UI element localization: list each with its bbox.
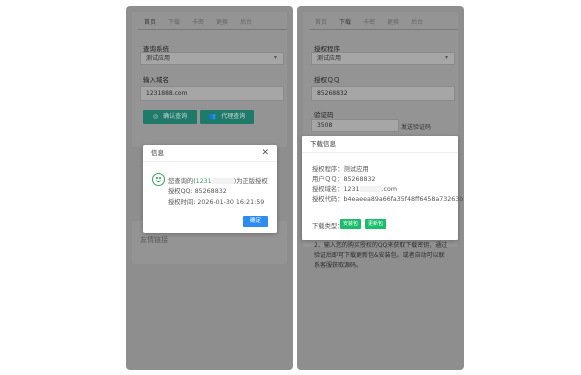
- code-label: 验证码: [314, 111, 334, 119]
- auth-qq-line: 授权QQ: 85268832: [168, 186, 227, 195]
- blurred-mask: [359, 186, 382, 192]
- tab-card[interactable]: 卡密: [186, 15, 210, 29]
- install-package-button[interactable]: 安装包: [340, 219, 362, 229]
- close-icon[interactable]: ✕: [261, 148, 269, 158]
- tab-admin[interactable]: 后台: [234, 15, 258, 29]
- confirm-query-label: 确认查询: [163, 113, 188, 120]
- domain-prefix: 授权域名：1231: [312, 186, 360, 193]
- blurred-mask: [211, 178, 234, 184]
- links-title: 友情链接: [140, 236, 168, 244]
- auth-time-label: 授权时间:: [168, 199, 196, 206]
- update-package-button[interactable]: 更新包: [365, 219, 387, 229]
- qq-label: 授权ＱＱ: [314, 76, 340, 84]
- tab-change[interactable]: 更换: [381, 15, 405, 29]
- result-suffix: )为正版授权: [233, 178, 268, 185]
- program-value: 测试应用: [317, 55, 342, 62]
- users-icon: 👥: [208, 113, 217, 120]
- domain-input[interactable]: 1231888.com: [140, 86, 284, 101]
- chevron-down-icon: ▾: [444, 54, 448, 61]
- agent-query-label: 代理查询: [221, 113, 246, 120]
- right-tab-bar: 首页 下载 卡密 更换 后台: [309, 15, 458, 30]
- domain-label: 输入域名: [143, 76, 169, 84]
- program-select[interactable]: 测试应用 ▾: [311, 52, 455, 65]
- info-dialog: 信息 ✕ 您查询的(1231 )为正版授权 授权QQ: 85268832 授权时间…: [143, 145, 277, 233]
- tab-card[interactable]: 卡密: [357, 15, 381, 29]
- auth-qq-label: 授权QQ:: [168, 188, 193, 195]
- tab-underline: [309, 29, 458, 30]
- tab-change[interactable]: 更换: [210, 15, 234, 29]
- left-tab-bar: 首页 下载 卡密 更换 后台: [138, 15, 287, 30]
- auth-time-line: 授权时间: 2026-01-30 16:21:59: [168, 197, 264, 206]
- result-domain: 1231: [195, 178, 212, 185]
- qq-value: 85268832: [317, 90, 348, 97]
- tab-underline: [138, 29, 287, 30]
- qq-input[interactable]: 85268832: [311, 86, 455, 101]
- result-prefix: 您查询的(: [168, 178, 196, 185]
- query-system-select[interactable]: 测试应用 ▾: [140, 52, 284, 65]
- dialog-title: 信息: [143, 145, 277, 162]
- code-input[interactable]: 3508: [311, 119, 399, 132]
- domain-suffix: .com: [381, 186, 397, 193]
- program-line: 授权程序：测试应用: [312, 166, 369, 173]
- download-type-label: 下载类型：: [312, 223, 344, 230]
- tab-admin[interactable]: 后台: [405, 15, 429, 29]
- download-info-dialog: 下载信息 授权程序：测试应用 用户ＱＱ：85268832 授权域名：1231 .c…: [302, 136, 463, 240]
- domain-line: 授权域名：1231 .com: [312, 184, 397, 193]
- confirm-query-button[interactable]: ◎ 确认查询: [143, 110, 197, 124]
- send-code-button[interactable]: 发送验证码: [401, 122, 431, 131]
- tab-download[interactable]: 下载: [162, 15, 186, 29]
- auth-qq-value: 85268832: [194, 188, 227, 195]
- download-note: 2、输入您的购买授权的QQ来获取下载密钥，通过验证后即可下载更新包&安装包。或者…: [314, 242, 448, 269]
- code-value: 3508: [317, 122, 333, 129]
- domain-value: 1231888.com: [146, 90, 188, 97]
- auth-code-line: 授权代码：b4eaeea89a66fa35f48ff6458a73263b: [312, 196, 464, 203]
- tab-home[interactable]: 首页: [138, 15, 162, 30]
- dialog-title: 下载信息: [302, 136, 458, 153]
- ok-button[interactable]: 确定: [243, 216, 268, 227]
- agent-query-button[interactable]: 👥 代理查询: [200, 110, 254, 124]
- smile-icon: [152, 173, 165, 186]
- tab-home[interactable]: 首页: [309, 15, 333, 29]
- query-system-value: 测试应用: [146, 55, 171, 62]
- auth-time-value: 2026-01-30 16:21:59: [197, 199, 265, 206]
- query-result-line: 您查询的(1231 )为正版授权: [168, 176, 268, 185]
- tab-download[interactable]: 下载: [333, 15, 357, 30]
- check-circle-icon: ◎: [152, 113, 159, 120]
- chevron-down-icon: ▾: [273, 54, 277, 61]
- user-qq-line: 用户ＱＱ：85268832: [312, 176, 376, 183]
